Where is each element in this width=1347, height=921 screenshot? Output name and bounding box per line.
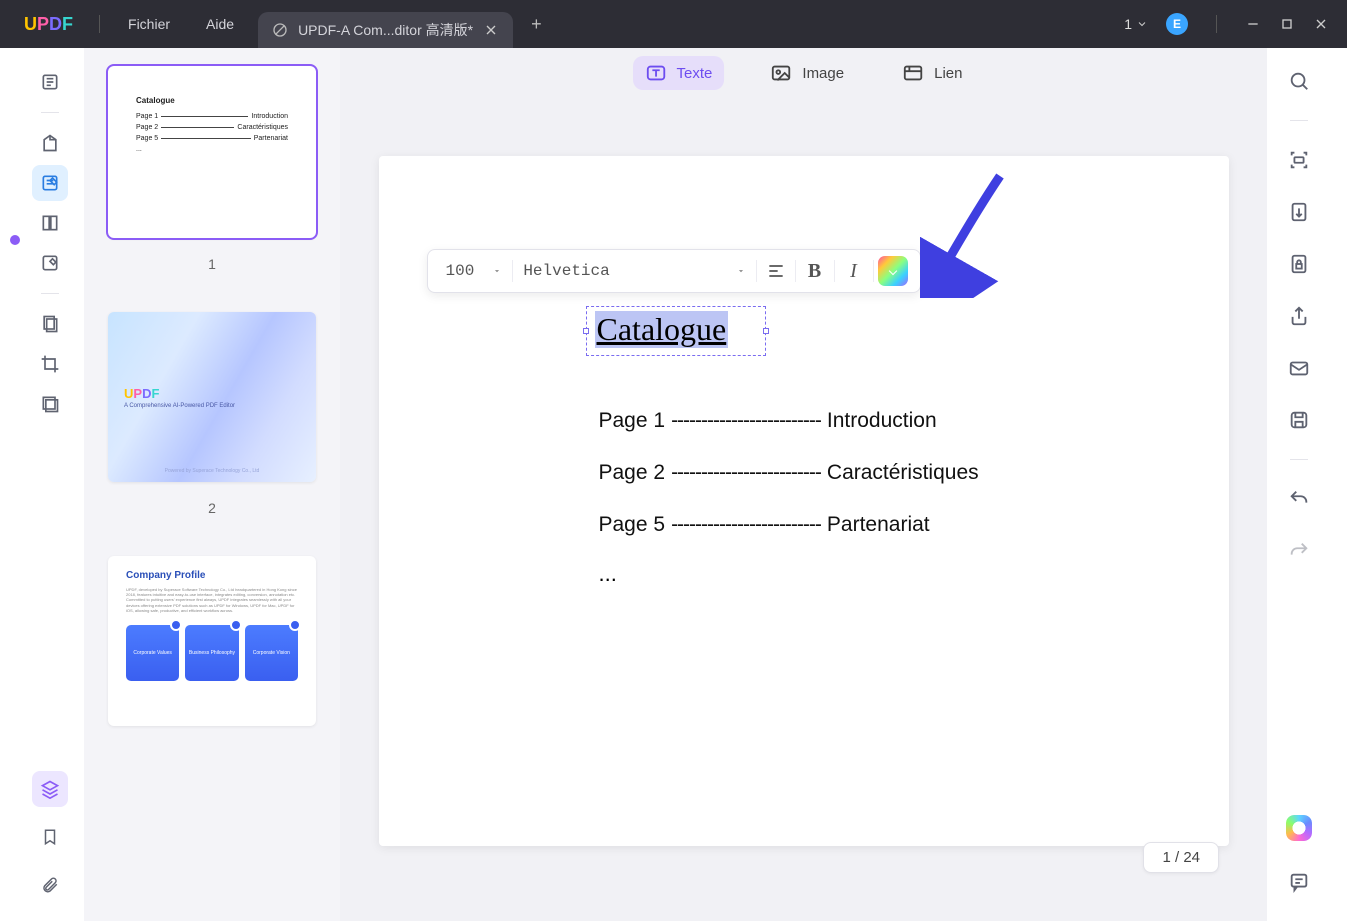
undo-button[interactable] [1282, 482, 1316, 516]
separator [99, 15, 100, 33]
edit-toolbar: Texte Image Lien [633, 56, 975, 90]
convert-button[interactable] [1282, 195, 1316, 229]
bookmark-button[interactable] [32, 819, 68, 855]
thumb-heading: Company Profile [126, 570, 298, 581]
ai-button[interactable] [1282, 811, 1316, 845]
window-counter[interactable]: 1 [1124, 16, 1148, 32]
menu-help[interactable]: Aide [188, 16, 252, 32]
thumb-title: Catalogue [136, 96, 288, 105]
email-button[interactable] [1282, 351, 1316, 385]
thumb-label: 2 [208, 500, 216, 516]
layers-button[interactable] [32, 771, 68, 807]
thumbnail-2[interactable]: UPDF A Comprehensive AI-Powered PDF Edit… [108, 312, 316, 482]
panel-collapse-dot[interactable] [10, 235, 20, 245]
resize-handle-right[interactable] [763, 328, 769, 334]
chevron-down-icon [736, 266, 746, 276]
font-size-select[interactable]: 100 [436, 262, 513, 280]
left-rail [16, 48, 84, 921]
avatar[interactable]: E [1166, 13, 1188, 35]
text-color-button[interactable] [878, 256, 908, 286]
document-tab[interactable]: UPDF-A Com...ditor 高清版* [258, 12, 513, 48]
canvas[interactable]: Texte Image Lien 100 [340, 48, 1267, 921]
thumbnail-1[interactable]: Catalogue Page 1Introduction Page 2Carac… [108, 66, 316, 238]
toc-ellipsis: ... [599, 561, 979, 587]
document-page[interactable]: 100 Helvetica B I Cat [379, 156, 1229, 846]
document-body[interactable]: Page 1 ------------------------- Introdu… [599, 381, 979, 587]
text-format-toolbar: 100 Helvetica B I [427, 249, 921, 293]
workspace: Catalogue Page 1Introduction Page 2Carac… [16, 48, 1331, 921]
ai-icon [1286, 815, 1312, 841]
ocr-button[interactable] [1282, 143, 1316, 177]
close-icon[interactable] [483, 22, 499, 38]
thumb-body: UPDF, developed by Superace Software Tec… [126, 587, 298, 613]
text-selection-box[interactable]: Catalogue [586, 306, 766, 356]
annotation-arrow [920, 168, 1040, 298]
feedback-button[interactable] [1282, 865, 1316, 899]
menu-file[interactable]: Fichier [110, 16, 188, 32]
resize-handle-left[interactable] [583, 328, 589, 334]
crop-tool-button[interactable] [32, 346, 68, 382]
attachment-button[interactable] [32, 867, 68, 903]
thumb-subtitle: A Comprehensive AI-Powered PDF Editor [124, 403, 316, 409]
share-button[interactable] [1282, 299, 1316, 333]
chevron-down-icon [1136, 18, 1148, 30]
redo-button[interactable] [1282, 534, 1316, 568]
no-edit-icon [272, 22, 288, 38]
pages-tool-button[interactable] [32, 306, 68, 342]
thumb-label: 1 [208, 256, 216, 272]
italic-button[interactable]: I [835, 254, 873, 288]
toc-line[interactable]: Page 1 ------------------------- Introdu… [599, 409, 979, 433]
edit-mode-button[interactable] [32, 165, 68, 201]
right-rail [1267, 48, 1331, 921]
image-icon [770, 62, 792, 84]
page-counter[interactable]: 1 / 24 [1143, 842, 1219, 873]
organize-mode-button[interactable] [32, 205, 68, 241]
close-window-icon[interactable] [1313, 16, 1329, 32]
search-button[interactable] [1282, 64, 1316, 98]
tab-title: UPDF-A Com...ditor 高清版* [298, 20, 473, 40]
thumb-footer: Powered by Superace Technology Co., Ltd [108, 468, 316, 474]
separator [1290, 120, 1308, 121]
comment-mode-button[interactable] [32, 125, 68, 161]
separator [1290, 459, 1308, 460]
separator [41, 112, 59, 113]
titlebar: UPDF Fichier Aide UPDF-A Com...ditor 高清版… [0, 0, 1347, 48]
edit-image-button[interactable]: Image [758, 56, 856, 90]
batch-tool-button[interactable] [32, 386, 68, 422]
save-button[interactable] [1282, 403, 1316, 437]
protect-button[interactable] [1282, 247, 1316, 281]
chevron-down-icon [492, 266, 502, 276]
thumbnail-3[interactable]: Company Profile UPDF, developed by Super… [108, 556, 316, 726]
app-logo: UPDF [24, 14, 73, 35]
minimize-icon[interactable] [1245, 16, 1261, 32]
selected-text[interactable]: Catalogue [595, 311, 729, 348]
separator [41, 293, 59, 294]
toc-line[interactable]: Page 5 ------------------------- Partena… [599, 513, 979, 537]
edit-text-button[interactable]: Texte [633, 56, 725, 90]
align-button[interactable] [757, 254, 795, 288]
separator [1216, 15, 1217, 33]
text-icon [645, 62, 667, 84]
thumb-logo: UPDF [124, 386, 316, 401]
edit-link-button[interactable]: Lien [890, 56, 974, 90]
font-family-select[interactable]: Helvetica [513, 262, 755, 280]
toc-line[interactable]: Page 2 ------------------------- Caracté… [599, 461, 979, 485]
reader-mode-button[interactable] [32, 64, 68, 100]
thumbnail-panel: Catalogue Page 1Introduction Page 2Carac… [84, 48, 340, 921]
bold-button[interactable]: B [796, 254, 834, 288]
form-mode-button[interactable] [32, 245, 68, 281]
link-icon [902, 62, 924, 84]
new-tab-button[interactable]: + [531, 14, 542, 35]
maximize-icon[interactable] [1279, 16, 1295, 32]
